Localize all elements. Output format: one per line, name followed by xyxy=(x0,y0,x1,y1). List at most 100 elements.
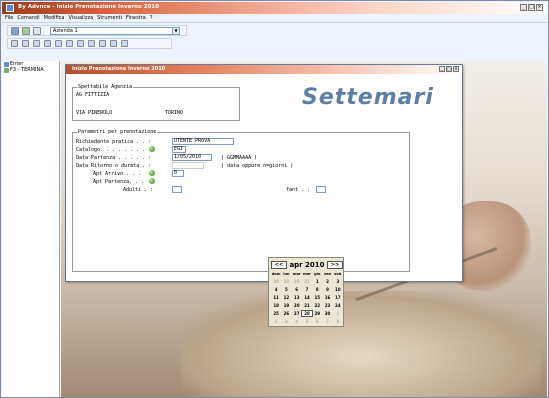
refresh-icon[interactable] xyxy=(22,26,30,35)
application-window: By Advnce - Inizio Prenotazione Inverno … xyxy=(0,0,549,398)
app-icon xyxy=(6,4,14,12)
open-icon[interactable] xyxy=(22,40,29,47)
settemari-logo: Settemari xyxy=(302,85,434,110)
calendar-day[interactable]: 20 xyxy=(292,303,302,308)
calendar-day[interactable]: 21 xyxy=(302,303,312,308)
function-keys-panel: Enter F3 - TERMINA xyxy=(2,61,60,397)
paste-icon[interactable] xyxy=(66,40,73,47)
folder-icon[interactable] xyxy=(33,40,40,47)
calendar-day[interactable]: 8 xyxy=(333,319,343,324)
new-icon[interactable] xyxy=(11,40,18,47)
calendar-day[interactable]: 13 xyxy=(292,295,302,300)
calendar-day[interactable]: 10 xyxy=(333,287,343,292)
catalogo-input[interactable]: EGI xyxy=(172,146,186,153)
apt-partenza-label: Apt Partenza. . . xyxy=(93,179,145,185)
weekday-header: mar xyxy=(292,272,301,276)
calendar-day[interactable]: 5 xyxy=(302,319,312,324)
calendar-day[interactable]: 22 xyxy=(312,303,322,308)
undo-icon[interactable] xyxy=(77,40,84,47)
first-record-icon[interactable] xyxy=(88,40,95,47)
calendar-day[interactable]: 7 xyxy=(302,287,312,292)
close-icon[interactable]: × xyxy=(536,4,543,11)
calendar-day[interactable]: 16 xyxy=(322,295,332,300)
calendar-day[interactable]: 3 xyxy=(281,319,291,324)
menu-strumenti[interactable]: Strumenti xyxy=(97,15,122,21)
tree-item-f3[interactable]: F3 - TERMINA xyxy=(2,67,59,73)
calendar-day[interactable]: 27 xyxy=(292,311,302,316)
company-select-value: Azienda 1 xyxy=(53,27,78,34)
cut-icon[interactable] xyxy=(44,40,51,47)
next-record-icon[interactable] xyxy=(110,40,117,47)
calendar-day[interactable]: 26 xyxy=(281,311,291,316)
infant-input[interactable] xyxy=(316,186,326,193)
minimize-icon[interactable]: _ xyxy=(439,66,445,72)
edit-icon[interactable] xyxy=(11,26,19,35)
calendar-day[interactable]: 24 xyxy=(333,303,343,308)
booking-params-group: Parametri per prenotazione Richiedente p… xyxy=(72,129,410,272)
prev-record-icon[interactable] xyxy=(99,40,106,47)
calendar-day[interactable]: 9 xyxy=(322,287,332,292)
apt-partenza-lookup-icon[interactable] xyxy=(149,178,155,184)
calendar-day[interactable]: 7 xyxy=(322,319,332,324)
calendar-day[interactable]: 6 xyxy=(292,287,302,292)
calendar-day[interactable]: 29 xyxy=(281,279,291,284)
calendar-day[interactable]: 23 xyxy=(322,303,332,308)
calendar-day[interactable]: 25 xyxy=(271,311,281,316)
menu-file[interactable]: File xyxy=(5,15,13,21)
close-icon[interactable]: × xyxy=(453,66,459,72)
calendar-day[interactable]: 30 xyxy=(292,279,302,284)
calendar-day[interactable]: 12 xyxy=(281,295,291,300)
print-icon[interactable] xyxy=(33,26,41,35)
calendar-day-selected[interactable]: 28 xyxy=(300,310,314,317)
ritorno-input[interactable] xyxy=(172,162,204,169)
calendar-day[interactable]: 30 xyxy=(322,311,332,316)
weekday-header: lun xyxy=(283,272,290,276)
restore-icon[interactable]: □ xyxy=(528,4,535,11)
minimize-icon[interactable]: _ xyxy=(520,4,527,11)
dialog-controls: _ □ × xyxy=(439,66,459,72)
apt-arrivo-input[interactable]: 0 xyxy=(172,170,184,177)
maximize-icon[interactable]: □ xyxy=(446,66,452,72)
calendar-day[interactable]: 14 xyxy=(302,295,312,300)
calendar-day[interactable]: 29 xyxy=(312,311,322,316)
calendar-day[interactable]: 4 xyxy=(271,287,281,292)
data-partenza-label: Data Partenza . . . . . : xyxy=(76,155,152,161)
calendar-day[interactable]: 1 xyxy=(312,279,322,284)
calendar-day[interactable]: 3 xyxy=(333,279,343,284)
menu-help[interactable]: ? xyxy=(150,15,153,21)
menu-finestra[interactable]: Finestra xyxy=(126,15,146,21)
chevron-down-icon[interactable]: ▼ xyxy=(172,27,179,34)
calendar-day[interactable]: 11 xyxy=(271,295,281,300)
last-record-icon[interactable] xyxy=(121,40,128,47)
richiedente-input[interactable]: UTENTE PROVA xyxy=(172,138,234,145)
calendar-day[interactable]: 19 xyxy=(281,303,291,308)
calendar-day[interactable]: 5 xyxy=(281,287,291,292)
apt-arrivo-lookup-icon[interactable] xyxy=(149,170,155,176)
calendar-day[interactable]: 4 xyxy=(292,319,302,324)
copy-icon[interactable] xyxy=(55,40,62,47)
calendar-day[interactable]: 6 xyxy=(312,319,322,324)
catalog-lookup-icon[interactable] xyxy=(149,146,155,152)
key-icon xyxy=(4,67,9,73)
calendar-day[interactable]: 15 xyxy=(312,295,322,300)
weekday-header: sab xyxy=(334,272,342,276)
calendar-day[interactable]: 2 xyxy=(322,279,332,284)
menu-visualizza[interactable]: Visualizza xyxy=(69,15,94,21)
secondary-toolbar xyxy=(7,38,172,49)
prev-month-button[interactable]: << xyxy=(271,261,287,269)
calendar-day[interactable]: 2 xyxy=(271,319,281,324)
calendar-day[interactable]: 8 xyxy=(312,287,322,292)
main-toolbar: Azienda 1 ▼ xyxy=(7,25,187,36)
company-select[interactable]: Azienda 1 ▼ xyxy=(50,26,180,35)
calendar-day[interactable]: 18 xyxy=(271,303,281,308)
data-partenza-input[interactable]: 1/05/2010 xyxy=(172,154,212,161)
menu-modifica[interactable]: Modifica xyxy=(44,15,65,21)
calendar-day[interactable]: 1 xyxy=(333,311,343,316)
menu-comandi[interactable]: Comandi xyxy=(17,15,39,21)
adulti-input[interactable] xyxy=(172,186,182,193)
next-month-button[interactable]: >> xyxy=(326,261,343,269)
calendar-day[interactable]: 31 xyxy=(302,279,312,284)
calendar-day[interactable]: 17 xyxy=(333,295,343,300)
calendar-day[interactable]: 28 xyxy=(271,279,281,284)
booking-dialog: Inizio Prenotazione Inverno 2010 _ □ × S… xyxy=(65,64,463,327)
